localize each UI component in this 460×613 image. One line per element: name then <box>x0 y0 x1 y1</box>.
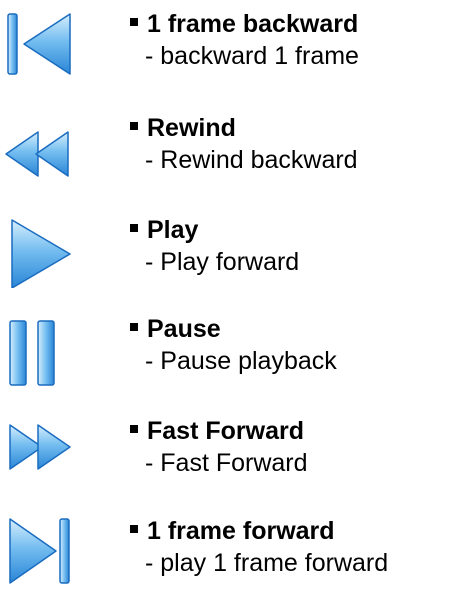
control-description: - Pause playback <box>145 347 337 375</box>
bullet-icon <box>130 122 138 131</box>
control-title: 1 frame backward <box>130 8 359 40</box>
control-title: 1 frame forward <box>130 515 388 547</box>
control-description: - backward 1 frame <box>145 42 359 70</box>
control-title: Fast Forward <box>130 415 308 447</box>
fast-forward-icon[interactable] <box>4 415 76 487</box>
control-title: Play <box>130 214 299 246</box>
bullet-icon <box>130 323 138 332</box>
bullet-icon <box>130 425 138 434</box>
bullet-icon <box>130 18 138 27</box>
bullet-icon <box>130 224 138 233</box>
bullet-icon <box>130 525 138 534</box>
step-backward-icon[interactable] <box>4 8 76 80</box>
control-description: - Fast Forward <box>145 449 308 477</box>
control-item-play: Play - Play forward <box>0 214 460 312</box>
control-description: - Play forward <box>145 248 300 276</box>
control-description: - play 1 frame forward <box>145 549 389 577</box>
step-forward-icon[interactable] <box>4 515 76 587</box>
control-item-fast-forward: Fast Forward - Fast Forward <box>0 415 460 513</box>
control-item-step-forward: 1 frame forward - play 1 frame forward <box>0 515 460 613</box>
control-item-pause: Pause - Pause playback <box>0 313 460 411</box>
play-icon[interactable] <box>4 216 76 288</box>
control-title: Rewind <box>130 112 358 144</box>
rewind-icon[interactable] <box>4 118 76 190</box>
pause-icon[interactable] <box>4 319 76 391</box>
control-description: - Rewind backward <box>145 146 358 174</box>
control-title: Pause <box>130 313 337 345</box>
control-item-rewind: Rewind - Rewind backward <box>0 112 460 210</box>
control-item-step-backward: 1 frame backward - backward 1 frame <box>0 8 460 106</box>
